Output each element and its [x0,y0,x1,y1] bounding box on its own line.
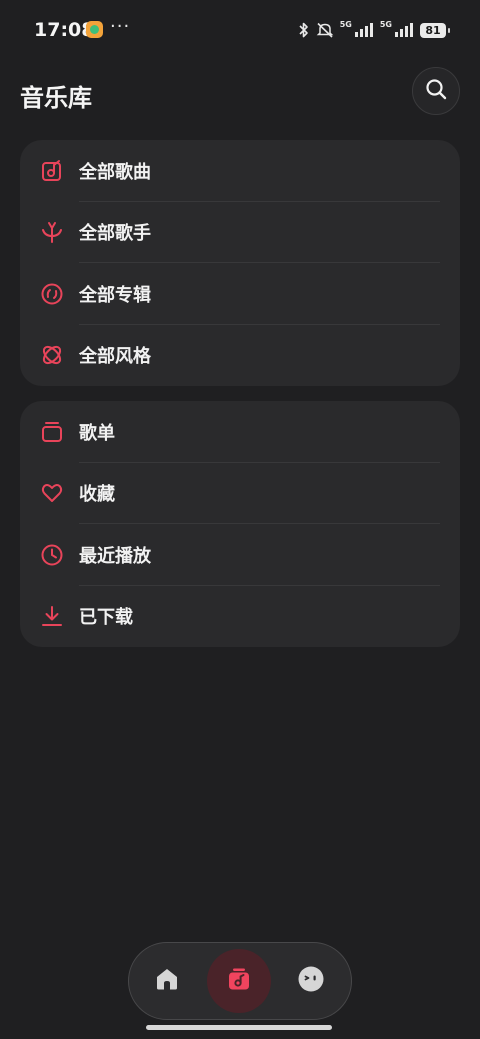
row-label: 全部歌曲 [79,161,151,183]
home-indicator [146,1025,332,1030]
row-label: 最近播放 [79,545,151,567]
all-songs-row[interactable]: 全部歌曲 [20,140,460,202]
library-card: 全部歌曲 全部歌手 全部专辑 全部风格 [20,140,460,386]
row-label: 全部风格 [79,346,151,368]
search-button[interactable] [412,67,460,115]
all-albums-row[interactable]: 全部专辑 [20,263,460,325]
recent-plays-row[interactable]: 最近播放 [20,524,460,586]
album-icon [40,282,64,306]
all-genres-row[interactable]: 全部风格 [20,325,460,387]
downloaded-row[interactable]: 已下载 [20,586,460,648]
search-icon [425,78,447,104]
battery-icon: 81 [420,22,450,38]
signal-icon [354,22,374,38]
network-label-2: 5G [379,19,392,29]
bluetooth-icon [298,22,310,38]
clock-icon [40,543,64,567]
row-label: 已下载 [79,607,133,629]
row-label: 全部专辑 [79,284,151,306]
song-icon [40,159,64,183]
nav-profile[interactable] [279,949,343,1013]
favorites-row[interactable]: 收藏 [20,463,460,524]
personal-card: 歌单 收藏 最近播放 已下载 [20,401,460,647]
artist-icon [40,220,64,244]
signal-icon [394,22,414,38]
genre-icon [40,343,64,367]
more-notifications-icon: ··· [110,16,131,37]
network-label-1: 5G [339,19,352,29]
app-notification-icon [86,21,103,38]
status-indicators: 5G 5G 81 [298,19,450,41]
home-icon [154,966,180,996]
playlists-row[interactable]: 歌单 [20,401,460,463]
status-bar: 17:08 ··· 5G 5G 81 [0,0,480,60]
mute-icon [316,22,334,38]
all-artists-row[interactable]: 全部歌手 [20,202,460,263]
bottom-nav [128,942,352,1020]
nav-music-library[interactable] [207,949,271,1013]
profile-icon [297,965,325,997]
nav-home[interactable] [135,949,199,1013]
music-library-icon [226,966,252,996]
download-icon [40,604,64,628]
row-label: 收藏 [79,484,115,506]
row-label: 全部歌手 [79,223,151,245]
heart-icon [40,481,64,505]
row-label: 歌单 [79,422,115,444]
playlist-icon [40,420,64,444]
page-title: 音乐库 [20,84,92,112]
